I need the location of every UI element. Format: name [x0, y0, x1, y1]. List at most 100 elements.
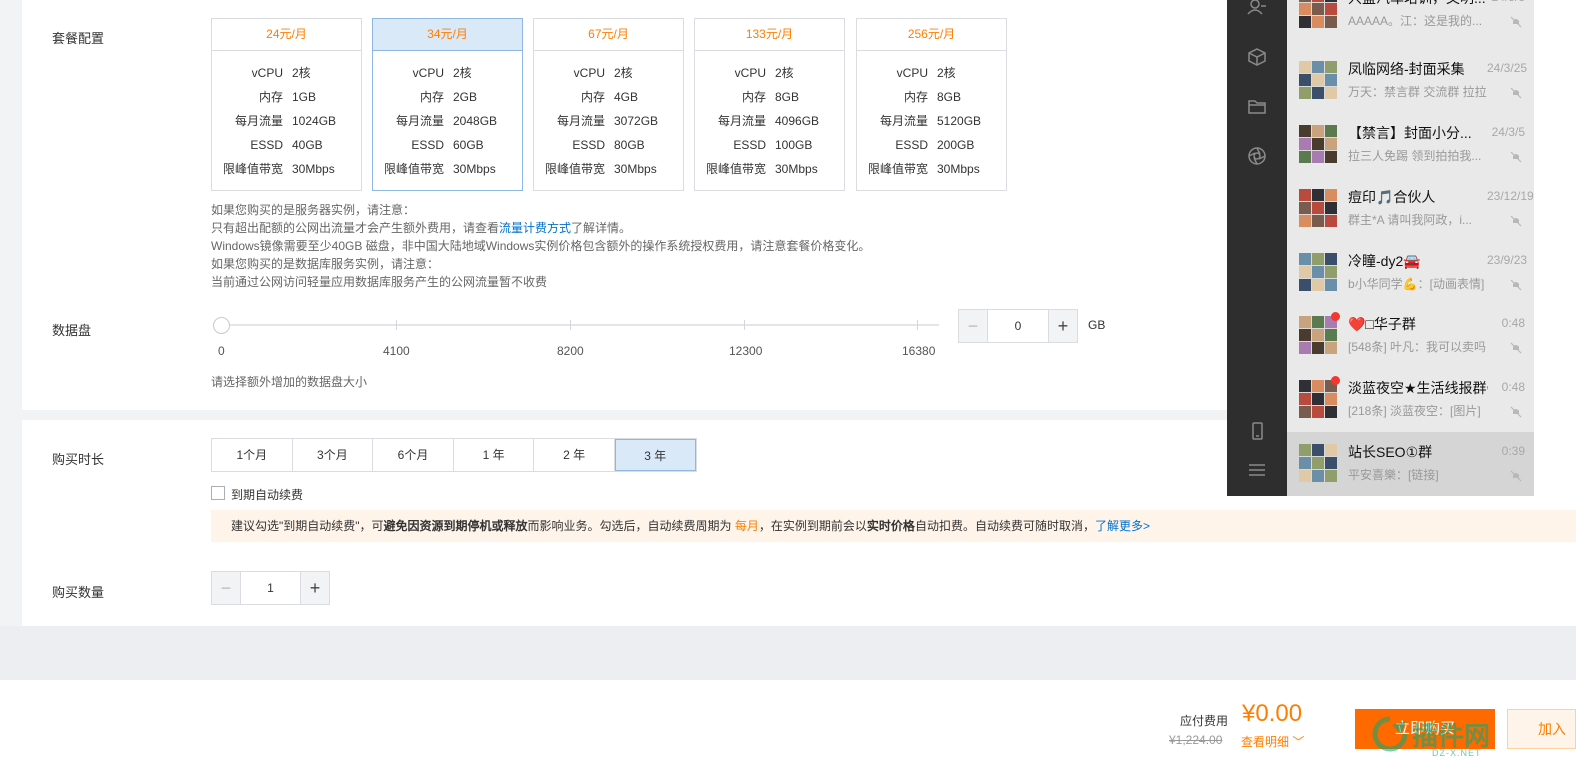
slider-tick-label: 8200 — [557, 344, 584, 358]
view-details-link[interactable]: 查看明细 ﹀ — [1241, 733, 1304, 750]
chat-list-item[interactable]: 【禁言】封面小分... 24/3/5 拉三人免踢 领到拍拍我... — [1287, 113, 1534, 177]
menu-icon[interactable] — [1247, 460, 1267, 480]
spec-value: 2核 — [292, 66, 311, 80]
auto-renew-label: 到期自动续费 — [231, 488, 304, 502]
mute-bell-icon — [1510, 406, 1522, 418]
data-disk-label: 数据盘 — [52, 323, 92, 338]
package-card[interactable]: 67元/月 vCPU 2核 内存 4GB 每月流量 3072GB ESSD 80GB 限峰值带宽 3… — [533, 18, 684, 191]
chat-list-item[interactable]: 站长SEO①群 0:39 平安喜樂：[链接] — [1287, 432, 1534, 496]
chat-list-item[interactable]: 凤临网络-封面采集 24/3/25 万天：禁言群 交流群 拉拉 — [1287, 49, 1534, 113]
duration-option[interactable]: 6个月 — [373, 439, 454, 471]
chat-name: 站长SEO①群 — [1348, 444, 1433, 460]
duration-option[interactable]: 3个月 — [292, 439, 374, 471]
spec-row: 内存 8GB — [857, 85, 1006, 109]
quantity-minus-button[interactable]: − — [212, 572, 240, 604]
disk-size-stepper: − 0 + — [958, 309, 1078, 343]
mute-bell-icon — [1510, 151, 1522, 163]
original-price: ¥1,224.00 — [1169, 733, 1223, 747]
spec-value: 1GB — [292, 90, 317, 104]
avatar-tile — [1299, 380, 1311, 392]
chat-list-item[interactable]: 淡蓝夜空★生活线报群❶ 0:48 [218条] 淡蓝夜空：[图片] — [1287, 368, 1534, 432]
avatar-tile — [1312, 329, 1324, 341]
duration-option[interactable]: 3 年 — [614, 439, 696, 471]
spec-key: 限峰值带宽 — [705, 162, 766, 176]
slider-tick — [396, 320, 397, 330]
avatar-tile — [1312, 253, 1324, 265]
disk-size-input[interactable]: 0 — [987, 310, 1049, 342]
package-card[interactable]: 34元/月 vCPU 2核 内存 2GB 每月流量 2048GB ESSD 60GB 限峰值带宽 3… — [372, 18, 523, 191]
chat-preview: [548条] 叶凡：我可以卖吗 — [1348, 340, 1487, 354]
chat-list-item[interactable]: 痘印🎵合伙人 23/12/19 群主*A 请叫我阿政，i... — [1287, 177, 1534, 241]
package-card[interactable]: 256元/月 vCPU 2核 内存 8GB 每月流量 5120GB ESSD 200GB 限峰值带… — [856, 18, 1007, 191]
avatar-tile — [1299, 342, 1311, 354]
spec-row: 限峰值带宽 30Mbps — [857, 157, 1006, 181]
avatar-tile — [1299, 0, 1311, 2]
mute-bell-icon — [1510, 16, 1522, 28]
group-avatar — [1299, 253, 1337, 291]
chat-list-item[interactable]: 冷瞳-dy2🚘 23/9/23 b小华同学💪：[动画表情] — [1287, 241, 1534, 305]
package-card[interactable]: 133元/月 vCPU 2核 内存 8GB 每月流量 4096GB ESSD 100GB 限峰值带… — [694, 18, 845, 191]
avatar-tile — [1299, 457, 1311, 469]
chat-preview: 万天：禁言群 交流群 拉拉 — [1348, 85, 1487, 99]
spec-row: 限峰值带宽 30Mbps — [695, 157, 844, 181]
chat-name: 凤临网络-封面采集 — [1348, 61, 1465, 77]
spec-value: 5120GB — [937, 114, 982, 128]
spec-key: 内存 — [419, 90, 444, 104]
page-gap — [0, 626, 1576, 680]
folder-icon[interactable] — [1247, 97, 1267, 117]
disk-slider-handle[interactable] — [213, 317, 230, 334]
note-line: Windows镜像需要至少40GB 磁盘，非中国大陆地域Windows实例价格包… — [211, 239, 871, 253]
avatar-tile — [1325, 393, 1337, 405]
disk-plus-button[interactable]: + — [1049, 310, 1077, 342]
duration-option[interactable]: 1 年 — [453, 439, 535, 471]
contacts-icon[interactable] — [1247, 0, 1267, 20]
avatar-tile — [1299, 279, 1311, 291]
traffic-billing-link[interactable]: 流量计费方式 — [499, 221, 571, 235]
quantity-input[interactable]: 1 — [240, 572, 301, 604]
view-details-text: 查看明细 — [1241, 735, 1290, 749]
avatar-tile — [1299, 125, 1311, 137]
chat-preview: AAAAA。江：这是我的... — [1348, 14, 1483, 28]
spec-value: 8GB — [937, 90, 962, 104]
chat-preview: [218条] 淡蓝夜空：[图片] — [1348, 404, 1481, 418]
disk-slider-track[interactable] — [221, 324, 939, 326]
slider-tick — [570, 320, 571, 330]
package-config-label: 套餐配置 — [52, 31, 105, 46]
spec-row: 每月流量 1024GB — [212, 109, 361, 133]
avatar-tile — [1299, 202, 1311, 214]
avatar-tile — [1325, 215, 1337, 227]
auto-renew-checkbox[interactable] — [211, 486, 225, 500]
watermark-subtext: DZ-X.NET — [1432, 748, 1482, 758]
duration-options: 1个月 3个月 6个月 1 年2 年3 年 — [211, 438, 697, 472]
avatar-tile — [1299, 189, 1311, 201]
spec-key: 限峰值带宽 — [867, 162, 928, 176]
chat-time: 24/5/8 — [1487, 0, 1525, 4]
avatar-tile — [1312, 380, 1324, 392]
spec-row: 内存 1GB — [212, 85, 361, 109]
mute-bell-icon — [1510, 279, 1522, 291]
chat-list-item[interactable]: ❤️□华子群 0:48 [548条] 叶凡：我可以卖吗 — [1287, 304, 1534, 368]
phone-icon[interactable] — [1247, 421, 1267, 441]
mini-program-cube-icon[interactable] — [1247, 47, 1267, 67]
spec-key: 每月流量 — [717, 114, 766, 128]
spec-key: 每月流量 — [879, 114, 928, 128]
spec-value: 2核 — [937, 66, 956, 80]
spec-row: vCPU 2核 — [373, 61, 522, 85]
moments-icon[interactable] — [1247, 146, 1267, 166]
avatar-tile — [1299, 406, 1311, 418]
duration-option[interactable]: 2 年 — [534, 439, 615, 471]
chat-list-item[interactable]: 兴盛汽车培训，文明...24/5/8 AAAAA。江：这是我的... — [1287, 0, 1534, 42]
spec-key: 内存 — [741, 90, 766, 104]
avatar-tile — [1325, 3, 1337, 15]
quantity-plus-button[interactable]: + — [301, 572, 329, 604]
chat-time: 0:48 — [1501, 380, 1525, 394]
package-card[interactable]: 24元/月 vCPU 2核 内存 1GB 每月流量 1024GB ESSD 40GB 限峰值带宽 3… — [211, 18, 362, 191]
duration-option[interactable]: 1个月 — [212, 439, 293, 471]
renew-period: 每月 — [734, 519, 759, 533]
disk-minus-button[interactable]: − — [959, 310, 987, 342]
avatar-tile — [1325, 457, 1337, 469]
spec-row: 每月流量 2048GB — [373, 109, 522, 133]
chat-preview: 平安喜樂：[链接] — [1348, 468, 1439, 482]
learn-more-link[interactable]: 了解更多> — [1095, 519, 1150, 533]
package-price: 256元/月 — [857, 19, 1006, 51]
